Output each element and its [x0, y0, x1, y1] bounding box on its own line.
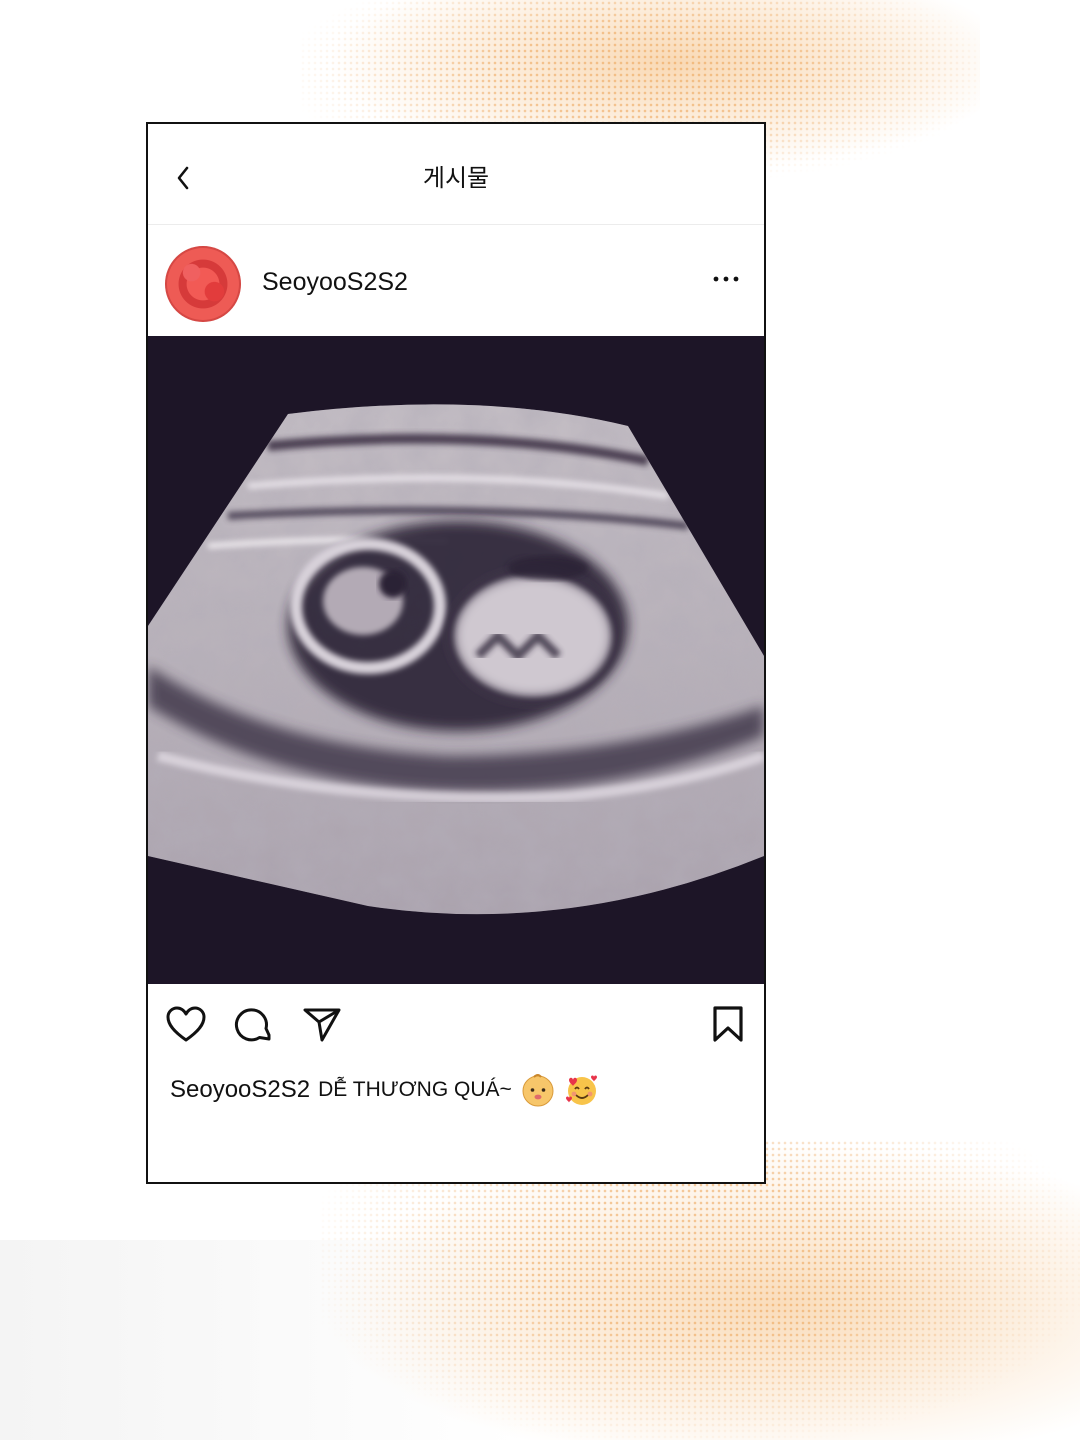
share-button[interactable]: [300, 1002, 344, 1046]
more-options-button[interactable]: [708, 264, 744, 294]
post-author-row: SeoyooS2S2: [148, 224, 764, 336]
share-icon: [303, 1008, 341, 1042]
baby-emoji-icon: [522, 1074, 554, 1107]
bookmark-icon: [713, 1006, 743, 1042]
heart-icon: [166, 1006, 206, 1042]
comment-button[interactable]: [232, 1002, 276, 1046]
bookmark-button[interactable]: [706, 1002, 750, 1046]
post-frame: 게시물 SeoyooS2S2 SeoyooS2S2 DỄ THƯƠNG QUÁ~: [146, 122, 766, 1184]
page-title: 게시물: [422, 164, 490, 192]
post-header: 게시물: [148, 124, 764, 225]
post-actions: [148, 984, 764, 1070]
post-caption: SeoyooS2S2 DỄ THƯƠNG QUÁ~: [170, 1068, 750, 1112]
decorative-fade: [0, 1240, 520, 1440]
post-image[interactable]: [148, 336, 764, 984]
decorative-texture-bottom: [320, 1140, 1080, 1440]
post-username[interactable]: SeoyooS2S2: [262, 268, 408, 297]
smiling-face-with-hearts-emoji-icon: [565, 1075, 597, 1105]
avatar[interactable]: [165, 246, 241, 322]
more-horizontal-icon: [713, 276, 739, 282]
caption-text: DỄ THƯƠNG QUÁ~: [318, 1078, 512, 1101]
comment-icon: [234, 1008, 271, 1042]
like-button[interactable]: [164, 1002, 208, 1046]
ultrasound-image: [148, 336, 764, 984]
caption-username[interactable]: SeoyooS2S2: [170, 1076, 310, 1104]
